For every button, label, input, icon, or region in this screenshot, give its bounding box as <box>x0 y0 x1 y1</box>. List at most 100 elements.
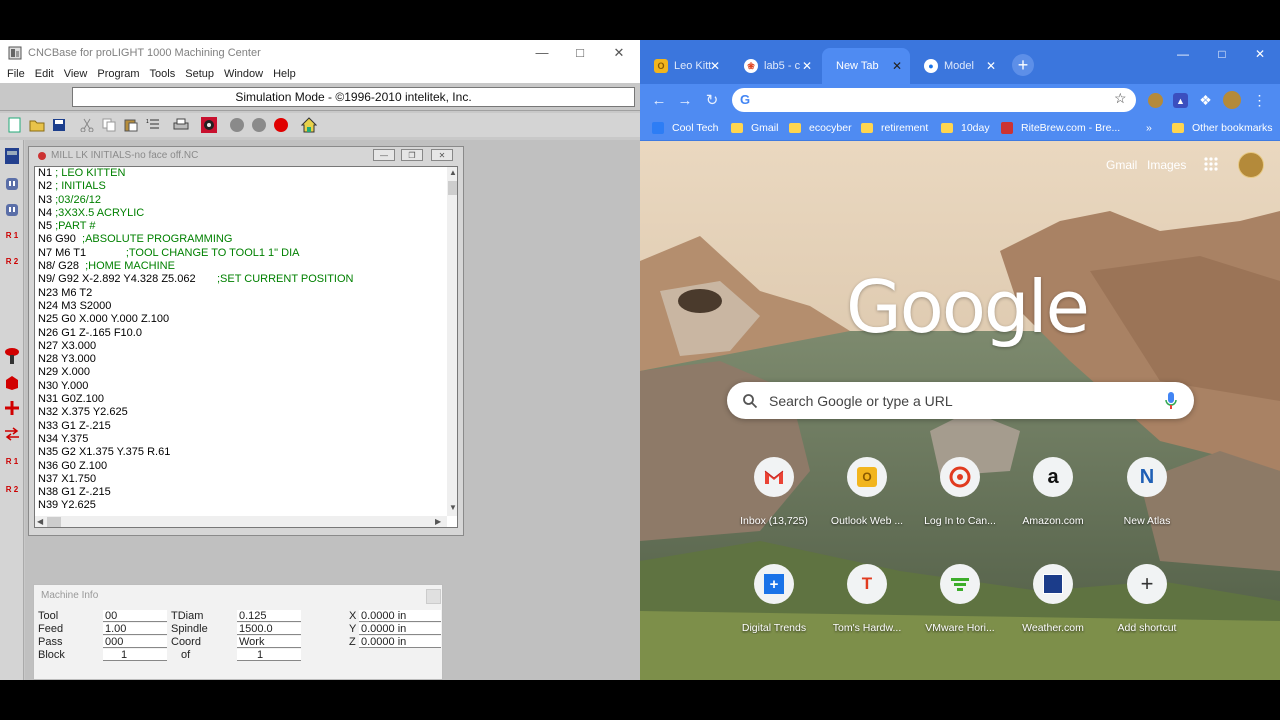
nc-program-title-bar[interactable]: MILL LK INITIALS-no face off.NC — ❐ ✕ <box>29 147 463 164</box>
nc-code-line[interactable]: N27 X3.000 <box>38 340 443 353</box>
menu-file[interactable]: File <box>2 68 30 80</box>
vertical-scrollbar[interactable]: ▲ ▼ <box>447 167 457 516</box>
horizontal-scrollbar[interactable]: ◀ ▶ <box>35 516 447 527</box>
bookmark-gmail[interactable]: Gmail <box>731 122 778 134</box>
close-tab-icon[interactable]: ✕ <box>986 59 996 73</box>
gmail-link[interactable]: Gmail <box>1106 158 1137 172</box>
nc-code-line[interactable]: N31 G0Z.100 <box>38 393 443 406</box>
address-bar[interactable]: G ☆ <box>732 88 1136 112</box>
nc-code-line[interactable]: N29 X.000 <box>38 366 443 379</box>
shortcut-inbox[interactable]: Inbox (13,725) <box>729 457 819 537</box>
robot-1-icon[interactable]: R 1 <box>3 226 21 246</box>
close-tab-icon[interactable]: ✕ <box>892 59 902 73</box>
nc-code-line[interactable]: N25 G0 X.000 Y.000 Z.100 <box>38 313 443 326</box>
plug-icon[interactable] <box>3 174 21 194</box>
arrows-icon[interactable] <box>3 424 21 444</box>
close-tab-icon[interactable]: ✕ <box>710 59 720 73</box>
print-icon[interactable] <box>172 116 190 134</box>
chrome-maximize-button[interactable]: □ <box>1207 44 1237 64</box>
forward-icon[interactable]: → <box>675 90 695 110</box>
menu-program[interactable]: Program <box>92 68 144 80</box>
nc-code-line[interactable]: N8/ G28 ;HOME MACHINE <box>38 260 443 273</box>
robot-2-icon[interactable]: R 2 <box>3 480 21 500</box>
nc-code-line[interactable]: N1 ; LEO KITTEN <box>38 167 443 180</box>
shortcut-vmware[interactable]: VMware Hori... <box>915 564 1005 644</box>
bookmark-cool-tech[interactable]: Cool Tech <box>652 122 719 134</box>
bookmark-ecocyber[interactable]: ecocyber <box>789 122 852 134</box>
chrome-minimize-button[interactable]: — <box>1168 44 1198 64</box>
nc-restore-button[interactable]: ❐ <box>401 149 423 161</box>
home-machine-icon[interactable] <box>300 116 318 134</box>
cncbase-title-bar[interactable]: CNCBase for proLIGHT 1000 Machining Cent… <box>0 40 640 65</box>
nc-code-line[interactable]: N23 M6 T2 <box>38 287 443 300</box>
bookmark-star-icon[interactable]: ☆ <box>1114 90 1127 107</box>
part-icon[interactable] <box>3 372 21 392</box>
nc-code-line[interactable]: N38 G1 Z-.215 <box>38 486 443 499</box>
nc-code-line[interactable]: N24 M3 S2000 <box>38 300 443 313</box>
menu-edit[interactable]: Edit <box>30 68 59 80</box>
nc-code-line[interactable]: N39 Y2.625 <box>38 499 443 512</box>
account-avatar[interactable] <box>1238 152 1264 178</box>
menu-window[interactable]: Window <box>219 68 268 80</box>
puzzle-icon[interactable]: ❖ <box>1198 92 1213 108</box>
extension-icon[interactable]: ▲ <box>1173 93 1188 108</box>
nc-close-button[interactable]: ✕ <box>431 149 453 161</box>
nc-code-line[interactable]: N3 ;03/26/12 <box>38 194 443 207</box>
bookmarks-overflow-button[interactable]: » <box>1146 122 1152 134</box>
menu-kebab-icon[interactable]: ⋮ <box>1252 92 1267 108</box>
nc-code-line[interactable]: N36 G0 Z.100 <box>38 460 443 473</box>
pause-button-icon[interactable] <box>250 116 268 134</box>
nc-code-line[interactable]: N6 G90 ;ABSOLUTE PROGRAMMING <box>38 233 443 246</box>
stop-button-icon[interactable] <box>272 116 290 134</box>
tab-new-tab[interactable]: New Tab ✕ <box>822 48 910 84</box>
scrollbar-thumb[interactable] <box>448 181 457 195</box>
shortcut-new-atlas[interactable]: N New Atlas <box>1102 457 1192 537</box>
google-apps-icon[interactable] <box>1203 156 1219 172</box>
bookmark-10day[interactable]: 10day <box>941 122 990 134</box>
shortcut-weather[interactable]: Weather.com <box>1008 564 1098 644</box>
tab-lab5[interactable]: ❀ lab5 - c ✕ <box>732 48 820 84</box>
cut-icon[interactable] <box>78 116 96 134</box>
nc-code-line[interactable]: N9/ G92 X-2.892 Y4.328 Z5.062 ;SET CURRE… <box>38 273 443 286</box>
nc-code-line[interactable]: N34 Y.375 <box>38 433 443 446</box>
robot-2-icon[interactable]: R 2 <box>3 252 21 272</box>
nc-code-line[interactable]: N37 X1.750 <box>38 473 443 486</box>
scroll-up-icon[interactable]: ▲ <box>449 168 457 177</box>
menu-view[interactable]: View <box>59 68 93 80</box>
maximize-button[interactable]: □ <box>565 40 595 65</box>
scroll-down-icon[interactable]: ▼ <box>449 503 457 512</box>
run-program-icon[interactable] <box>200 116 218 134</box>
minimize-button[interactable]: — <box>527 40 557 65</box>
bookmark-ritebrew[interactable]: RiteBrew.com - Bre... <box>1001 122 1120 134</box>
reload-icon[interactable]: ↻ <box>702 90 722 110</box>
shortcut-digital-trends[interactable]: + Digital Trends <box>729 564 819 644</box>
new-tab-button[interactable]: + <box>1012 54 1034 76</box>
shortcut-amazon[interactable]: a Amazon.com <box>1008 457 1098 537</box>
scrollbar-thumb[interactable] <box>47 517 61 527</box>
step-button-icon[interactable] <box>228 116 246 134</box>
new-file-icon[interactable] <box>6 116 24 134</box>
line-numbers-icon[interactable]: 1 <box>144 116 162 134</box>
robot-1-icon[interactable]: R 1 <box>3 452 21 472</box>
profile-avatar[interactable] <box>1223 91 1241 109</box>
search-input[interactable] <box>769 391 1149 411</box>
machine-info-close-button[interactable] <box>426 589 441 604</box>
shortcut-toms-hardware[interactable]: T Tom's Hardw... <box>822 564 912 644</box>
add-shortcut-button[interactable]: + Add shortcut <box>1102 564 1192 644</box>
nc-code-line[interactable]: N4 ;3X3X.5 ACRYLIC <box>38 207 443 220</box>
plug-icon[interactable] <box>3 200 21 220</box>
nc-code-line[interactable]: N7 M6 T1 ;TOOL CHANGE TO TOOL1 1" DIA <box>38 247 443 260</box>
bookmark-retirement[interactable]: retirement <box>861 122 928 134</box>
paste-icon[interactable] <box>122 116 140 134</box>
address-input[interactable] <box>758 91 1098 109</box>
nc-code-line[interactable]: N30 Y.000 <box>38 380 443 393</box>
menu-tools[interactable]: Tools <box>145 68 181 80</box>
nc-code-line[interactable]: N26 G1 Z-.165 F10.0 <box>38 327 443 340</box>
extension-icon[interactable] <box>1148 93 1163 108</box>
nc-code-line[interactable]: N32 X.375 Y2.625 <box>38 406 443 419</box>
nc-code-line[interactable]: N2 ; INITIALS <box>38 180 443 193</box>
save-icon[interactable] <box>50 116 68 134</box>
emergency-stop-icon[interactable] <box>3 346 21 366</box>
images-link[interactable]: Images <box>1147 158 1186 172</box>
nc-minimize-button[interactable]: — <box>373 149 395 161</box>
